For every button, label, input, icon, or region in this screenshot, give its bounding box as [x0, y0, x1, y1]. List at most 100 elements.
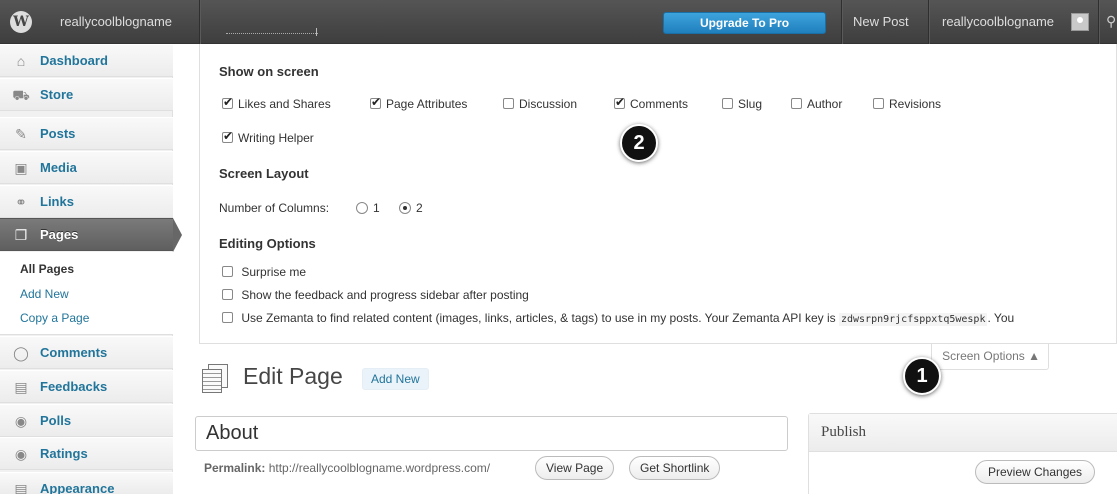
sidebar-item-comments[interactable]: ◯ Comments [0, 336, 173, 369]
search-cursor [316, 28, 317, 36]
publish-title: Publish [821, 424, 867, 440]
checkbox-unchecked-icon[interactable] [222, 312, 233, 323]
pages-submenu: All Pages Add New Copy a Page [0, 252, 173, 335]
permalink: Permalink: http://reallycoolblogname.wor… [204, 461, 490, 475]
sidebar-item-label: Appearance [40, 481, 115, 494]
checkbox-label: Surprise me [241, 265, 307, 279]
radio-label: 2 [416, 201, 423, 215]
current-menu-arrow [173, 218, 182, 252]
avatar[interactable] [1071, 13, 1089, 31]
site-name-link[interactable]: reallycoolblogname [60, 0, 172, 44]
sidebar-item-ratings[interactable]: ◉ Ratings [0, 437, 173, 470]
callout-marker-2: 2 [620, 124, 658, 162]
screen-options-toggle[interactable]: Screen Options ▲ [931, 344, 1049, 370]
speech-bubble-icon: ◯ [13, 345, 29, 361]
submenu-add-new[interactable]: Add New [20, 287, 69, 301]
preview-changes-button[interactable]: Preview Changes [975, 460, 1096, 484]
checkbox-label: Use Zemanta to find related content (ima… [241, 311, 836, 325]
radio-unchecked-icon[interactable] [356, 202, 368, 214]
poll-icon: ◉ [14, 413, 28, 429]
permalink-label: Permalink: [204, 461, 266, 475]
checkbox-page-attributes[interactable]: Page Attributes [370, 95, 468, 111]
rating-icon: ◉ [14, 446, 28, 462]
admin-bar-search-field[interactable] [226, 14, 318, 34]
account-menu[interactable]: reallycoolblogname [942, 0, 1054, 44]
checkbox-label: Revisions [889, 97, 942, 111]
page-title-input[interactable]: About [195, 416, 788, 451]
wordpress-logo-icon[interactable]: W [10, 11, 32, 33]
checkbox-author[interactable]: Author [791, 97, 842, 111]
new-post-link[interactable]: New Post [853, 0, 909, 44]
sidebar-item-label: Polls [40, 413, 72, 428]
checkbox-slug[interactable]: Slug [722, 97, 762, 111]
checkbox-label: Author [807, 97, 843, 111]
checkbox-unchecked-icon[interactable] [222, 266, 233, 277]
checkbox-unchecked-icon[interactable] [222, 289, 233, 300]
checkbox-zemanta[interactable]: Use Zemanta to find related content (ima… [222, 311, 1015, 326]
sidebar-item-label: Pages [40, 227, 79, 242]
checkbox-comments[interactable]: Comments [614, 95, 689, 111]
get-shortlink-button[interactable]: Get Shortlink [629, 456, 721, 480]
pushpin-icon: ✎ [15, 126, 27, 142]
checkbox-label: Discussion [519, 97, 578, 111]
submenu-all-pages[interactable]: All Pages [20, 262, 74, 276]
submenu-copy-a-page[interactable]: Copy a Page [20, 311, 89, 325]
edit-page-icon [200, 364, 228, 394]
radio-columns-1[interactable]: 1 [356, 201, 380, 215]
checkbox-checked-icon[interactable] [222, 95, 233, 109]
show-on-screen-heading: Show on screen [219, 64, 319, 79]
checkbox-label: Comments [630, 97, 689, 111]
link-icon: ⚭ [15, 194, 27, 210]
radio-checked-icon[interactable] [399, 202, 411, 214]
sidebar-item-feedbacks[interactable]: ▤ Feedbacks [0, 370, 173, 403]
checkbox-revisions[interactable]: Revisions [873, 97, 941, 111]
admin-bar-separator [199, 0, 200, 44]
callout-marker-1: 1 [903, 357, 941, 395]
checkbox-label: Writing Helper [238, 131, 314, 145]
checkbox-unchecked-icon[interactable] [722, 98, 733, 109]
appearance-icon: ▤ [14, 481, 28, 494]
sidebar-item-label: Media [40, 160, 77, 175]
sidebar-item-posts[interactable]: ✎ Posts [0, 117, 173, 150]
sidebar-item-appearance[interactable]: ▤ Appearance [0, 472, 173, 494]
checkbox-unchecked-icon[interactable] [873, 98, 884, 109]
sidebar-item-label: Posts [40, 126, 76, 141]
checkbox-unchecked-icon[interactable] [791, 98, 802, 109]
checkbox-checked-icon[interactable] [222, 129, 233, 143]
search-icon[interactable]: ⚲ [1106, 13, 1116, 30]
sidebar-item-label: Ratings [40, 446, 88, 461]
checkbox-label: Likes and Shares [238, 97, 331, 111]
api-key-tail: . You [987, 311, 1015, 325]
checkbox-label: Page Attributes [386, 97, 468, 111]
sidebar-item-media[interactable]: ▣ Media [0, 151, 173, 184]
zemanta-api-key: zdwsrpn9rjcfsppxtq5wespk [838, 313, 988, 326]
checkbox-label: Show the feedback and progress sidebar a… [241, 288, 529, 302]
sidebar-item-links[interactable]: ⚭ Links [0, 185, 173, 218]
sidebar-item-pages[interactable]: ❐ Pages [0, 218, 173, 251]
view-page-button[interactable]: View Page [535, 456, 615, 480]
add-new-button[interactable]: Add New [362, 368, 429, 390]
permalink-url[interactable]: http://reallycoolblogname.wordpress.com/ [269, 461, 490, 475]
sidebar-item-label: Feedbacks [40, 379, 108, 394]
checkbox-feedback-sidebar[interactable]: Show the feedback and progress sidebar a… [222, 288, 529, 302]
columns-label: Number of Columns: [219, 201, 330, 215]
checkbox-likes-and-shares[interactable]: Likes and Shares [222, 95, 331, 111]
checkbox-unchecked-icon[interactable] [503, 98, 514, 109]
sidebar-item-dashboard[interactable]: ⌂ Dashboard [0, 44, 173, 77]
sidebar-item-store[interactable]: ⛟ Store [0, 78, 173, 111]
feedback-icon: ▤ [14, 379, 28, 395]
sidebar-item-polls[interactable]: ◉ Polls [0, 404, 173, 437]
checkbox-checked-icon[interactable] [614, 95, 625, 109]
checkbox-surprise-me[interactable]: Surprise me [222, 265, 306, 279]
checkbox-writing-helper[interactable]: Writing Helper [222, 129, 314, 145]
pages-icon: ❐ [14, 227, 28, 243]
upgrade-to-pro-button[interactable]: Upgrade To Pro [663, 12, 826, 34]
screen-layout-heading: Screen Layout [219, 166, 309, 181]
radio-columns-2[interactable]: 2 [399, 201, 423, 215]
publish-box-header[interactable]: Publish [809, 414, 1117, 452]
admin-bar-separator [928, 0, 929, 44]
checkbox-checked-icon[interactable] [370, 95, 381, 109]
editing-options-heading: Editing Options [219, 236, 316, 251]
checkbox-discussion[interactable]: Discussion [503, 97, 577, 111]
cart-icon: ⛟ [12, 87, 30, 103]
